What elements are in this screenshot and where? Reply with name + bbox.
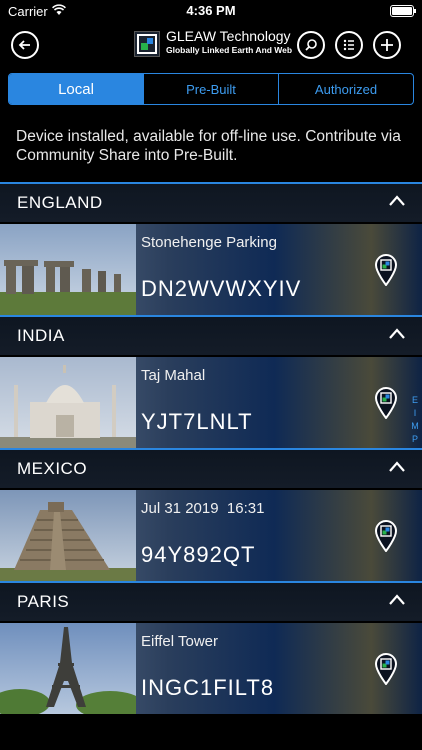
location-pin-icon[interactable] bbox=[374, 254, 398, 286]
section-name: PARIS bbox=[17, 592, 70, 611]
tab-authorized[interactable]: Authorized bbox=[278, 74, 413, 104]
section-name: ENGLAND bbox=[17, 193, 103, 212]
location-label: Jul 31 2019 16:31 bbox=[141, 500, 265, 517]
list-item[interactable]: Taj Mahal YJT7LNLT bbox=[0, 357, 422, 448]
pyramid-image bbox=[0, 490, 136, 581]
app-logo bbox=[134, 31, 160, 57]
section-index-bar[interactable]: E I M P bbox=[410, 394, 420, 446]
list-button[interactable] bbox=[335, 31, 363, 59]
location-code: DN2WVWXYIV bbox=[141, 276, 302, 301]
chevron-up-icon[interactable] bbox=[388, 192, 406, 210]
section-header-paris[interactable]: PARIS bbox=[0, 581, 422, 621]
location-code: 94Y892QT bbox=[141, 542, 256, 567]
back-arrow-icon bbox=[18, 40, 30, 50]
battery-icon bbox=[390, 5, 416, 17]
location-pin-icon[interactable] bbox=[374, 520, 398, 552]
section-header-mexico[interactable]: MEXICO bbox=[0, 448, 422, 488]
app-subtitle: Globally Linked Earth And Web bbox=[166, 45, 293, 55]
plus-icon bbox=[381, 39, 393, 51]
list-item[interactable]: Stonehenge Parking DN2WVWXYIV bbox=[0, 224, 422, 315]
section-header-england[interactable]: ENGLAND bbox=[0, 182, 422, 222]
section-header-india[interactable]: INDIA bbox=[0, 315, 422, 355]
status-time: 4:36 PM bbox=[186, 3, 236, 18]
search-icon bbox=[305, 39, 317, 51]
index-letter[interactable]: M bbox=[410, 420, 420, 433]
location-code: YJT7LNLT bbox=[141, 409, 253, 434]
stonehenge-image bbox=[0, 224, 136, 315]
index-letter[interactable]: I bbox=[410, 407, 420, 420]
chevron-up-icon[interactable] bbox=[388, 325, 406, 343]
list-icon bbox=[343, 39, 354, 51]
location-label: Stonehenge Parking bbox=[141, 234, 277, 251]
navigation-bar: GLEAW Technology Globally Linked Earth A… bbox=[0, 22, 422, 64]
index-letter[interactable]: E bbox=[410, 394, 420, 407]
location-pin-icon[interactable] bbox=[374, 387, 398, 419]
add-button[interactable] bbox=[373, 31, 401, 59]
search-button[interactable] bbox=[297, 31, 325, 59]
list-item[interactable]: Jul 31 2019 16:31 94Y892QT bbox=[0, 490, 422, 581]
location-pin-icon[interactable] bbox=[374, 653, 398, 685]
eiffel-tower-image bbox=[0, 623, 136, 714]
location-label: Taj Mahal bbox=[141, 367, 206, 384]
index-letter[interactable]: P bbox=[410, 433, 420, 446]
taj-mahal-image bbox=[0, 357, 136, 448]
tab-local[interactable]: Local bbox=[9, 74, 143, 104]
chevron-up-icon[interactable] bbox=[388, 591, 406, 609]
section-name: INDIA bbox=[17, 326, 65, 345]
location-code: INGC1FILT8 bbox=[141, 675, 275, 700]
app-title: GLEAW Technology bbox=[166, 28, 291, 44]
location-label: Eiffel Tower bbox=[141, 633, 218, 650]
list-item[interactable]: Eiffel Tower INGC1FILT8 bbox=[0, 623, 422, 714]
tab-pre-built[interactable]: Pre-Built bbox=[143, 74, 278, 104]
status-bar: Carrier 4:36 PM bbox=[0, 0, 422, 22]
segmented-control: Local Pre-Built Authorized bbox=[8, 73, 414, 105]
back-button[interactable] bbox=[11, 31, 39, 59]
section-name: MEXICO bbox=[17, 459, 88, 478]
chevron-up-icon[interactable] bbox=[388, 458, 406, 476]
info-text: Device installed, available for off-line… bbox=[16, 128, 401, 164]
